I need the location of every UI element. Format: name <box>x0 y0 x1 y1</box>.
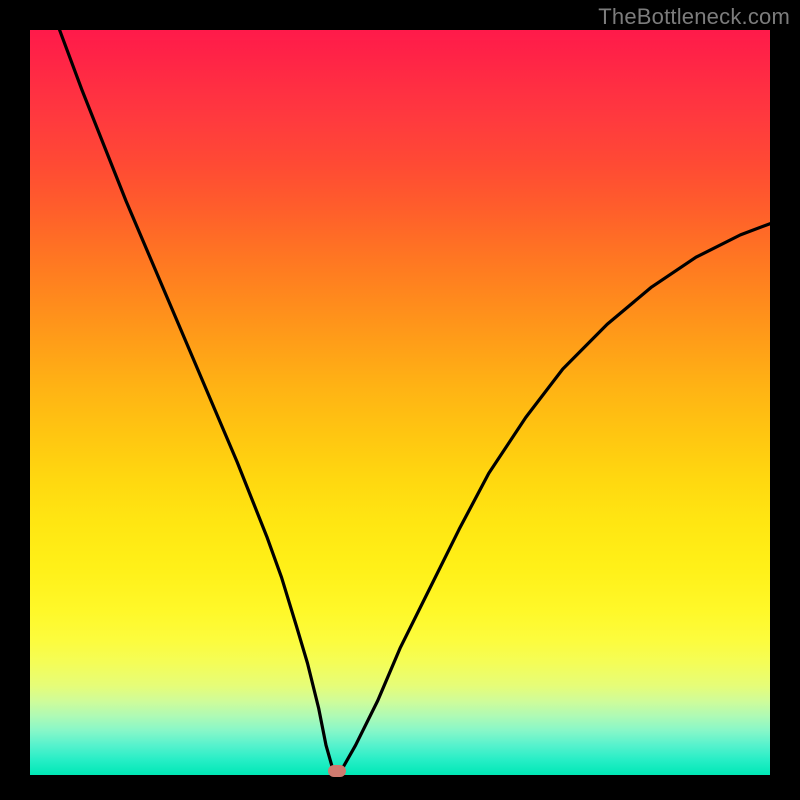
chart-stage: TheBottleneck.com <box>0 0 800 800</box>
curve-layer <box>30 30 770 775</box>
minimum-marker <box>328 765 346 777</box>
watermark-text: TheBottleneck.com <box>598 4 790 30</box>
bottleneck-curve-path <box>60 30 770 771</box>
